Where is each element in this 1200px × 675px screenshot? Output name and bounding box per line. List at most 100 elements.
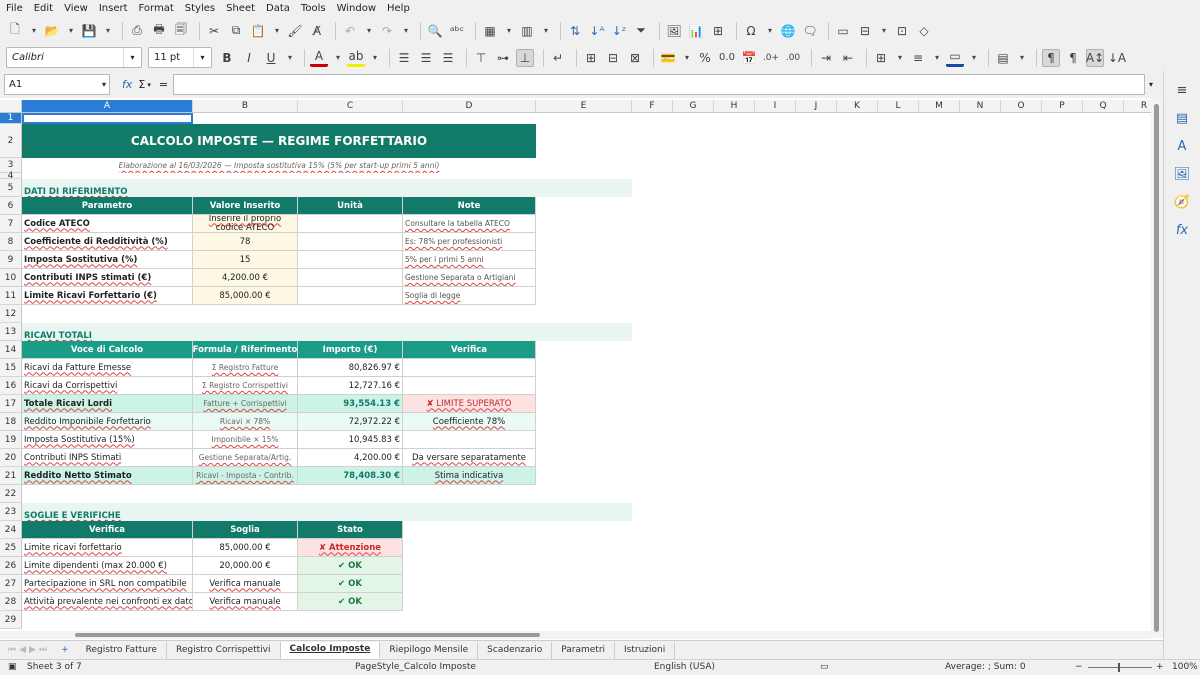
param-value[interactable]: Inserire il proprio codice ATECO — [193, 215, 298, 233]
date-format-icon[interactable]: 📅 — [740, 49, 758, 67]
spelling-icon[interactable]: ᵃᵇᶜ — [448, 22, 466, 40]
chevron-down-icon[interactable]: ▾ — [271, 22, 283, 40]
increase-indent-icon[interactable]: ⇥ — [817, 49, 835, 67]
undo-icon[interactable]: ↶ — [341, 22, 359, 40]
center-vertically-icon[interactable]: ⊶ — [494, 49, 512, 67]
autofilter-icon[interactable]: ⏷ — [632, 22, 650, 40]
param-name[interactable]: Limite Ricavi Forfettario (€) — [22, 287, 193, 305]
table-header[interactable]: Soglia — [193, 521, 298, 539]
menu-format[interactable]: Format — [139, 3, 174, 14]
calc-amount[interactable]: 12,727.16 € — [298, 377, 403, 395]
bold-button[interactable]: B — [218, 49, 236, 67]
sheet-title[interactable]: CALCOLO IMPOSTE — REGIME FORFETTARIO — [22, 124, 536, 158]
calc-check[interactable] — [403, 359, 536, 377]
freeze-rows-icon[interactable]: ⊡ — [893, 22, 911, 40]
paste-icon[interactable]: 📋 — [249, 22, 267, 40]
remove-decimal-icon[interactable]: .00 — [784, 49, 802, 67]
tab-nav-first-icon[interactable]: ⏮ — [8, 645, 16, 655]
comment-icon[interactable]: 🗨 — [801, 22, 819, 40]
pivot-table-icon[interactable]: ⊞ — [709, 22, 727, 40]
calc-check[interactable]: Da versare separatamente — [403, 449, 536, 467]
tab-calcolo-imposte[interactable]: Calcolo Imposte — [280, 641, 381, 659]
redo-icon[interactable]: ↷ — [378, 22, 396, 40]
corner-select-all[interactable] — [0, 100, 22, 113]
column-header[interactable]: P — [1042, 100, 1083, 113]
text-ttb-icon[interactable]: ↓A — [1108, 49, 1126, 67]
row-header[interactable]: 5 — [0, 179, 22, 197]
check-status[interactable]: ✘ Attenzione — [298, 539, 403, 557]
chevron-down-icon[interactable]: ▾ — [764, 22, 776, 40]
param-name[interactable]: Contributi INPS stimati (€) — [22, 269, 193, 287]
chevron-down-icon[interactable]: ▾ — [540, 22, 552, 40]
font-size-box[interactable]: 11 pt ▾ — [148, 47, 212, 68]
param-note[interactable]: Consultare la tabella ATECO — [403, 215, 536, 233]
table-header[interactable]: Valore Inserito — [193, 197, 298, 215]
currency-icon[interactable]: 💳 — [659, 49, 677, 67]
check-status[interactable]: ✔ OK — [298, 575, 403, 593]
row-header[interactable]: 25 — [0, 539, 22, 557]
language-status[interactable]: English (USA) — [654, 662, 715, 672]
column-header[interactable]: A — [22, 100, 193, 113]
row-header[interactable]: 19 — [0, 431, 22, 449]
chevron-down-icon[interactable]: ▾ — [1016, 49, 1028, 67]
row-header[interactable]: 22 — [0, 485, 22, 503]
calc-check[interactable] — [403, 431, 536, 449]
decrease-indent-icon[interactable]: ⇤ — [839, 49, 857, 67]
save-icon[interactable]: 💾 — [80, 22, 98, 40]
section-dati-riferimento[interactable]: DATI DI RIFERIMENTO — [22, 179, 632, 197]
calc-label[interactable]: Ricavi da Corrispettivi — [22, 377, 193, 395]
row-header[interactable]: 20 — [0, 449, 22, 467]
menu-view[interactable]: View — [64, 3, 88, 14]
open-folder-icon[interactable]: 📂 — [43, 22, 61, 40]
percent-button[interactable]: % — [696, 49, 714, 67]
row-header[interactable]: 26 — [0, 557, 22, 575]
chevron-down-icon[interactable]: ▾ — [284, 49, 296, 67]
table-header[interactable]: Voce di Calcolo — [22, 341, 193, 359]
chevron-down-icon[interactable]: ▾ — [332, 49, 344, 67]
selection-mode-icon[interactable]: ▭ — [820, 662, 829, 672]
calc-amount[interactable]: 4,200.00 € — [298, 449, 403, 467]
table-header[interactable]: Stato — [298, 521, 403, 539]
column-header[interactable]: D — [403, 100, 536, 113]
param-note[interactable]: Es: 78% per professionisti — [403, 233, 536, 251]
column-header[interactable]: L — [878, 100, 919, 113]
check-status[interactable]: ✔ OK — [298, 593, 403, 611]
param-value[interactable]: 4,200.00 € — [193, 269, 298, 287]
horizontal-scroll-thumb[interactable] — [75, 633, 540, 637]
add-decimal-icon[interactable]: .0+ — [762, 49, 780, 67]
chevron-down-icon[interactable]: ▾ — [681, 49, 693, 67]
param-unit[interactable] — [298, 251, 403, 269]
align-center-icon[interactable]: ☰ — [417, 49, 435, 67]
sum-icon[interactable]: Σ — [138, 78, 145, 91]
align-right-icon[interactable]: ☰ — [439, 49, 457, 67]
conditional-format-icon[interactable]: ▤ — [994, 49, 1012, 67]
table-header[interactable]: Parametro — [22, 197, 193, 215]
column-header[interactable]: K — [837, 100, 878, 113]
param-unit[interactable] — [298, 215, 403, 233]
calc-label[interactable]: Reddito Netto Stimato — [22, 467, 193, 485]
column-header[interactable]: E — [536, 100, 632, 113]
functions-icon[interactable]: fx — [1173, 221, 1191, 239]
export-pdf-icon[interactable]: ⎙ — [128, 22, 146, 40]
tab-nav-next-icon[interactable]: ▶ — [29, 645, 36, 655]
spreadsheet-grid[interactable]: ABCDEFGHIJKLMNOPQR 1 2 3 4 5 6 7 8 9 10 11 12 13 14 15… — [0, 98, 1163, 638]
row-header[interactable]: 7 — [0, 215, 22, 233]
tab-parametri[interactable]: Parametri — [552, 641, 616, 659]
chevron-down-icon[interactable]: ▾ — [878, 22, 890, 40]
table-header[interactable]: Unità — [298, 197, 403, 215]
cut-icon[interactable]: ✂ — [205, 22, 223, 40]
calc-formula[interactable]: Ricavi - Imposta - Contrib. — [193, 467, 298, 485]
zoom-slider-thumb[interactable] — [1118, 663, 1120, 672]
chevron-down-icon[interactable]: ▾ — [102, 80, 106, 89]
merge-cells-icon[interactable]: ⊟ — [604, 49, 622, 67]
table-header[interactable]: Verifica — [22, 521, 193, 539]
border-style-icon[interactable]: ≡ — [909, 49, 927, 67]
font-color-icon[interactable]: A — [310, 49, 328, 67]
menu-file[interactable]: File — [6, 3, 23, 14]
column-header[interactable]: F — [632, 100, 673, 113]
sort-descending-icon[interactable]: ↓ᶻ — [610, 22, 628, 40]
menu-tools[interactable]: Tools — [301, 3, 326, 14]
row-header[interactable]: 9 — [0, 251, 22, 269]
menu-window[interactable]: Window — [337, 3, 376, 14]
row-header[interactable]: 28 — [0, 593, 22, 611]
